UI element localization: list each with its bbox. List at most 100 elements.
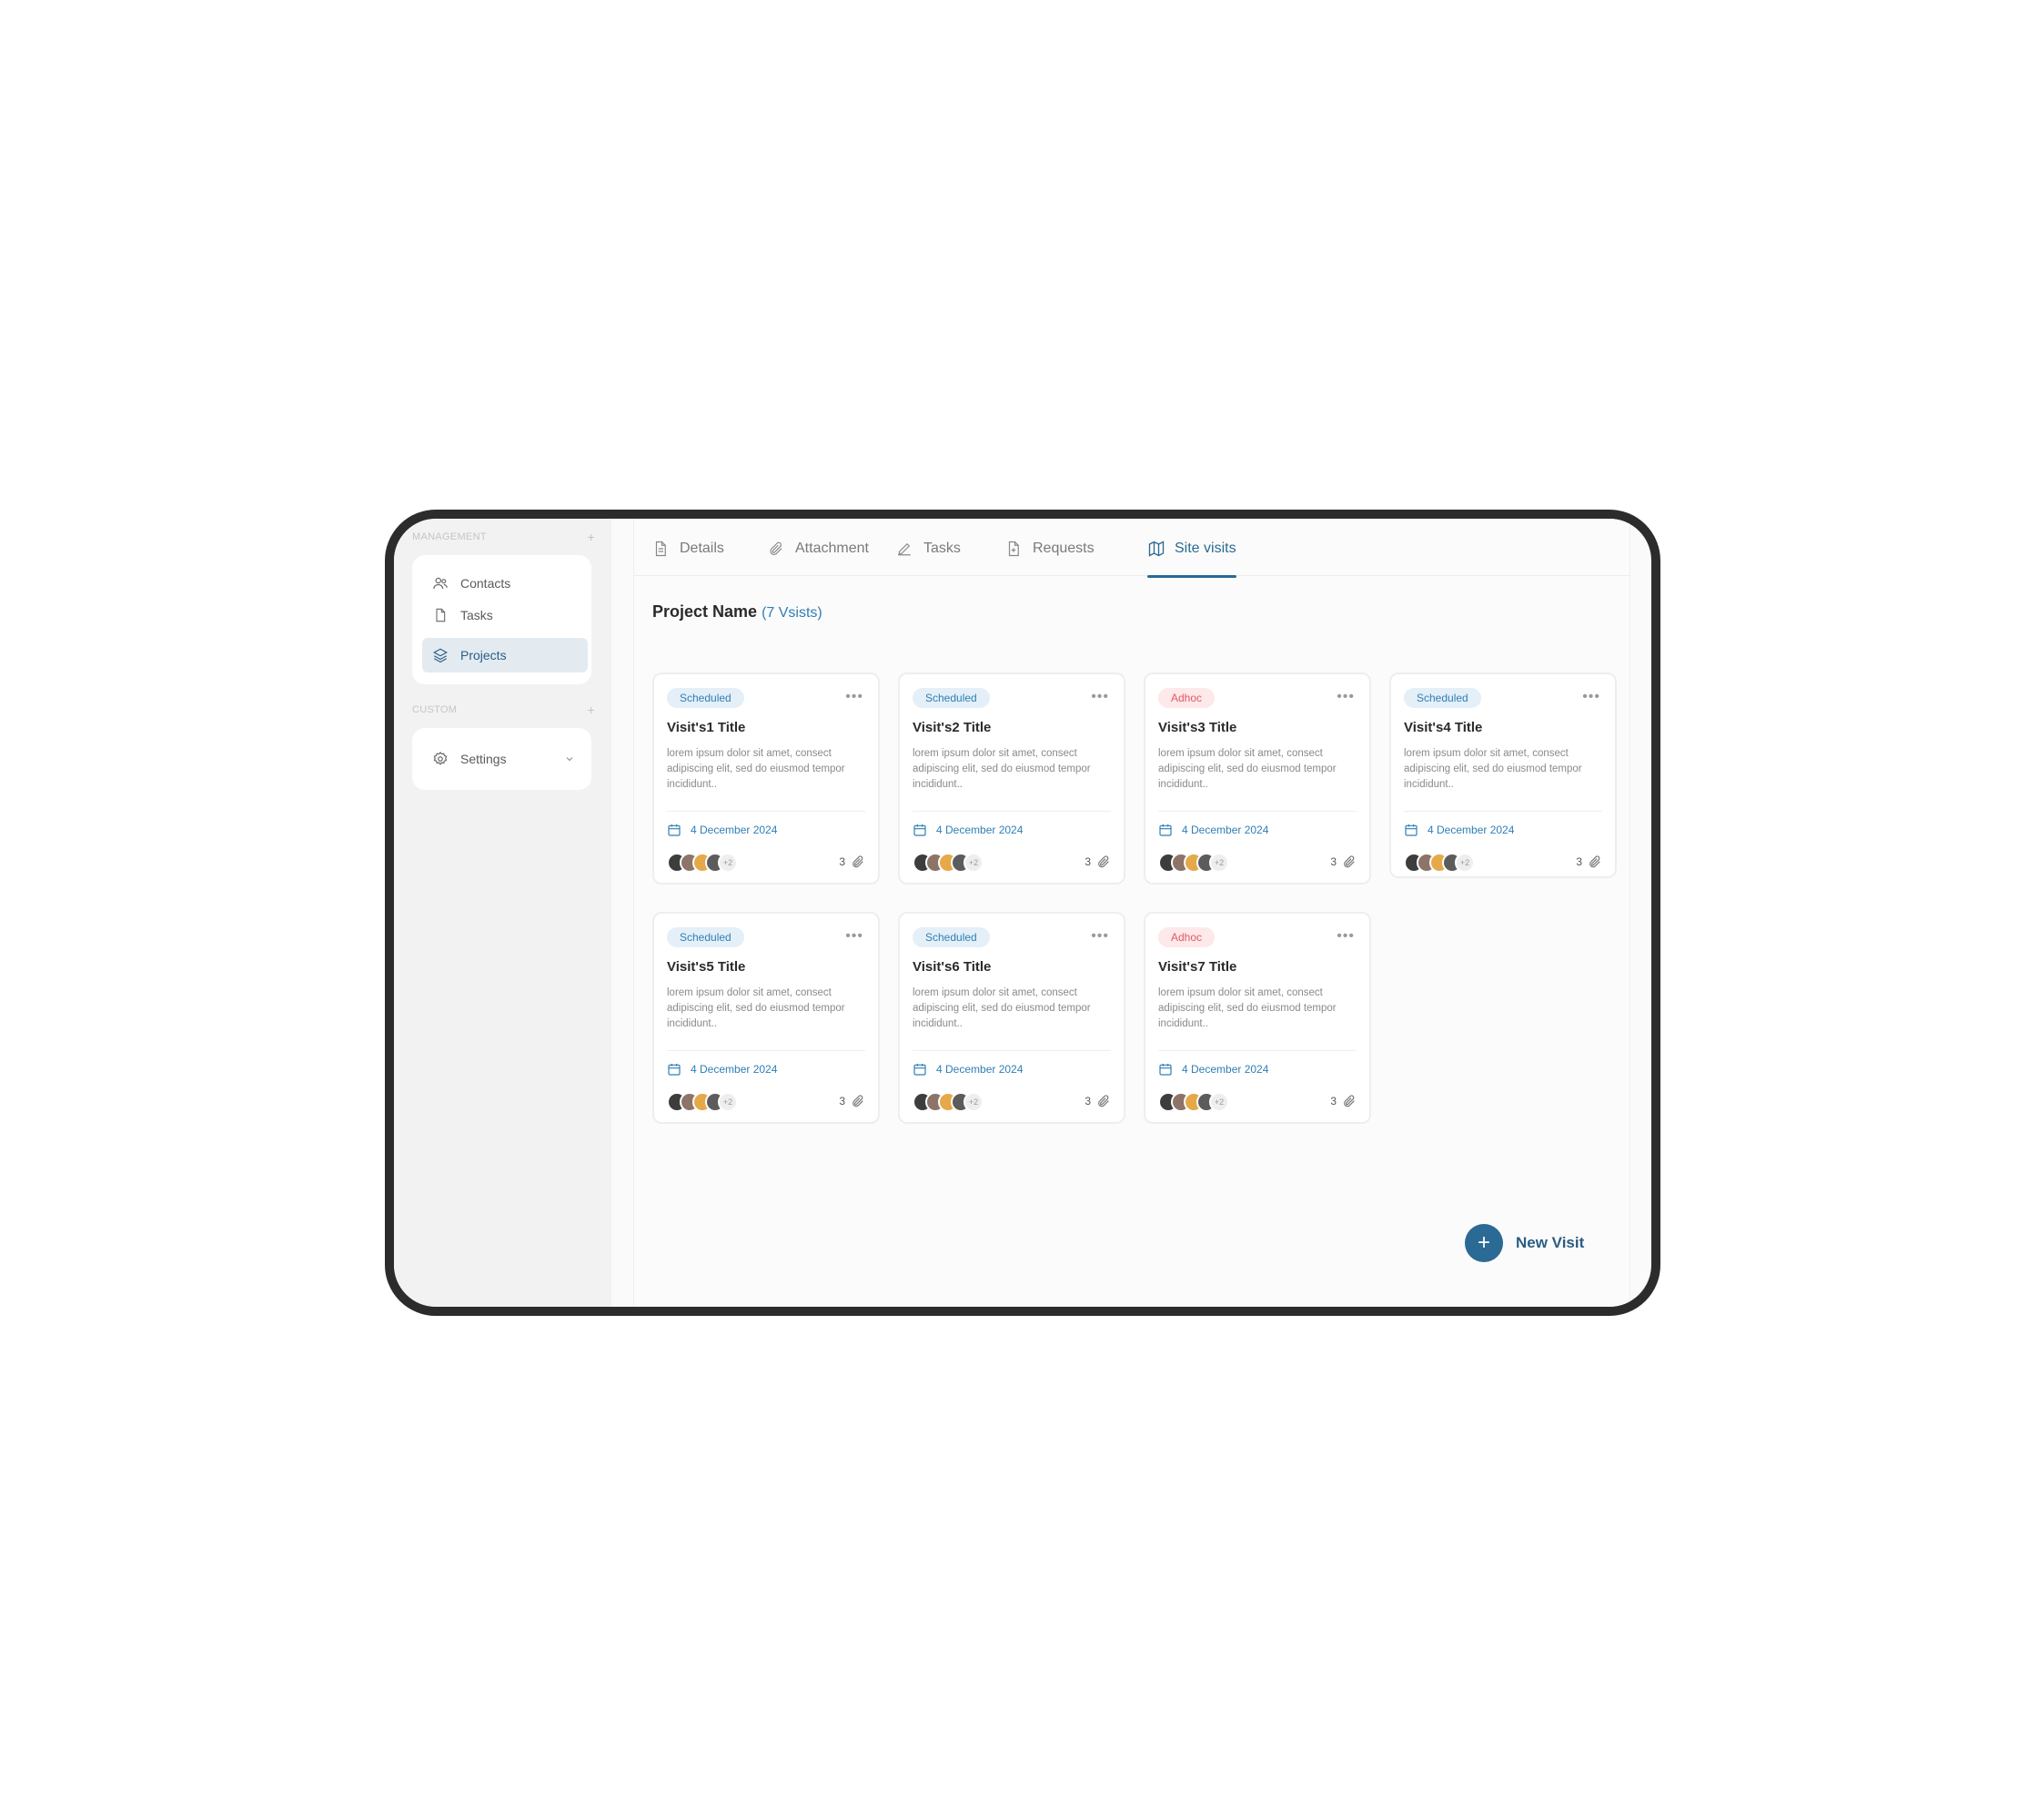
calendar-icon — [913, 823, 927, 837]
divider — [1158, 1050, 1357, 1051]
assignee-avatars[interactable]: +2 — [667, 853, 738, 875]
more-options-icon[interactable]: ••• — [845, 928, 863, 945]
visit-date: 4 December 2024 — [667, 823, 777, 837]
date-text: 4 December 2024 — [691, 1063, 778, 1076]
paperclip-icon — [1342, 854, 1357, 869]
attachment-count[interactable]: 3 — [1330, 1094, 1357, 1108]
file-plus-icon — [1005, 540, 1024, 558]
more-options-icon[interactable]: ••• — [1091, 928, 1109, 945]
visit-count[interactable]: (7 Vsists) — [762, 605, 822, 621]
assignee-avatars[interactable]: +2 — [913, 853, 984, 875]
tab-requests[interactable]: Requests — [1005, 541, 1095, 577]
paperclip-icon — [1588, 854, 1602, 869]
visit-card[interactable]: Adhoc ••• Visit's7 Title lorem ipsum dol… — [1144, 912, 1371, 1124]
tab-details[interactable]: Details — [652, 541, 724, 577]
visit-card[interactable]: Scheduled ••• Visit's6 Title lorem ipsum… — [898, 912, 1125, 1124]
layers-icon — [431, 646, 449, 664]
add-management-button[interactable]: + — [588, 530, 595, 544]
status-badge: Scheduled — [667, 927, 744, 947]
visit-card[interactable]: Scheduled ••• Visit's4 Title lorem ipsum… — [1389, 672, 1617, 878]
sidebar-item-tasks[interactable]: Tasks — [422, 598, 588, 632]
visit-card[interactable]: Scheduled ••• Visit's5 Title lorem ipsum… — [652, 912, 880, 1124]
visit-card[interactable]: Scheduled ••• Visit's2 Title lorem ipsum… — [898, 672, 1125, 885]
assignee-avatars[interactable]: +2 — [1158, 1092, 1229, 1114]
gear-icon — [431, 750, 449, 768]
active-tab-indicator — [1147, 575, 1236, 578]
assignee-avatars[interactable]: +2 — [913, 1092, 984, 1114]
divider — [667, 1050, 865, 1051]
attachment-number: 3 — [1576, 855, 1582, 868]
attachment-count[interactable]: 3 — [839, 854, 865, 869]
attachment-number: 3 — [1330, 855, 1337, 868]
sidebar-item-settings[interactable]: Settings — [422, 742, 588, 776]
visit-description: lorem ipsum dolor sit amet, consect adip… — [913, 748, 1091, 790]
tab-label: Attachment — [795, 541, 869, 556]
more-assignees-badge: +2 — [718, 853, 738, 873]
sidebar-item-label: Contacts — [460, 576, 511, 591]
date-text: 4 December 2024 — [1428, 824, 1515, 836]
more-options-icon[interactable]: ••• — [1091, 689, 1109, 705]
section-custom: CUSTOM + — [412, 703, 595, 719]
section-management: MANAGEMENT + — [412, 530, 595, 546]
add-custom-button[interactable]: + — [588, 703, 595, 717]
visit-title: Visit's5 Title — [667, 959, 746, 975]
paperclip-icon — [1342, 1094, 1357, 1108]
attachment-number: 3 — [839, 1095, 845, 1107]
date-text: 4 December 2024 — [936, 1063, 1024, 1076]
more-assignees-badge: +2 — [718, 1092, 738, 1112]
visit-date: 4 December 2024 — [1404, 823, 1514, 837]
assignee-avatars[interactable]: +2 — [667, 1092, 738, 1114]
more-assignees-badge: +2 — [964, 853, 984, 873]
attachment-count[interactable]: 3 — [1576, 854, 1602, 869]
visit-date: 4 December 2024 — [1158, 1062, 1268, 1077]
attachment-count[interactable]: 3 — [1330, 854, 1357, 869]
new-visit-button[interactable]: + New Visit — [1465, 1224, 1584, 1262]
status-badge: Adhoc — [1158, 688, 1216, 708]
assignee-avatars[interactable]: +2 — [1404, 853, 1475, 875]
visit-description: lorem ipsum dolor sit amet, consect adip… — [1158, 987, 1337, 1029]
tab-attachment[interactable]: Attachment — [768, 541, 869, 577]
management-menu: Contacts Tasks Projects — [412, 555, 591, 684]
status-badge: Scheduled — [913, 688, 990, 708]
paperclip-icon — [851, 1094, 865, 1108]
tab-label: Tasks — [923, 541, 961, 556]
calendar-icon — [1404, 823, 1418, 837]
more-options-icon[interactable]: ••• — [1337, 689, 1355, 705]
visit-description: lorem ipsum dolor sit amet, consect adip… — [667, 748, 845, 790]
more-options-icon[interactable]: ••• — [845, 689, 863, 705]
divider — [913, 811, 1111, 812]
visit-title: Visit's2 Title — [913, 720, 992, 735]
visit-title: Visit's4 Title — [1404, 720, 1483, 735]
more-options-icon[interactable]: ••• — [1337, 928, 1355, 945]
tab-label: Site visits — [1175, 541, 1236, 556]
tab-tasks[interactable]: Tasks — [896, 541, 961, 577]
sidebar-item-projects[interactable]: Projects — [422, 638, 588, 672]
visit-title: Visit's1 Title — [667, 720, 746, 735]
visit-description: lorem ipsum dolor sit amet, consect adip… — [1404, 748, 1582, 790]
users-icon — [431, 574, 449, 592]
plus-icon[interactable]: + — [1465, 1224, 1503, 1262]
more-assignees-badge: +2 — [1209, 853, 1229, 873]
calendar-icon — [667, 1062, 681, 1077]
more-assignees-badge: +2 — [1455, 853, 1475, 873]
paperclip-icon — [1096, 1094, 1111, 1108]
more-options-icon[interactable]: ••• — [1582, 689, 1600, 705]
attachment-count[interactable]: 3 — [1085, 1094, 1111, 1108]
attachment-count[interactable]: 3 — [839, 1094, 865, 1108]
project-name: Project Name — [652, 602, 758, 621]
sidebar-item-contacts[interactable]: Contacts — [422, 566, 588, 601]
tab-site-visits[interactable]: Site visits — [1147, 541, 1236, 578]
pen-icon — [896, 540, 914, 558]
visit-description: lorem ipsum dolor sit amet, consect adip… — [913, 987, 1091, 1029]
attachment-count[interactable]: 3 — [1085, 854, 1111, 869]
visit-date: 4 December 2024 — [913, 823, 1023, 837]
visit-card[interactable]: Adhoc ••• Visit's3 Title lorem ipsum dol… — [1144, 672, 1371, 885]
new-visit-label[interactable]: New Visit — [1516, 1234, 1584, 1252]
chevron-down-icon[interactable] — [564, 753, 575, 767]
visit-description: lorem ipsum dolor sit amet, consect adip… — [1158, 748, 1337, 790]
custom-menu: Settings — [412, 728, 591, 790]
status-badge: Scheduled — [913, 927, 990, 947]
assignee-avatars[interactable]: +2 — [1158, 853, 1229, 875]
page-title: Project Name (7 Vsists) — [652, 602, 822, 622]
visit-card[interactable]: Scheduled ••• Visit's1 Title lorem ipsum… — [652, 672, 880, 885]
